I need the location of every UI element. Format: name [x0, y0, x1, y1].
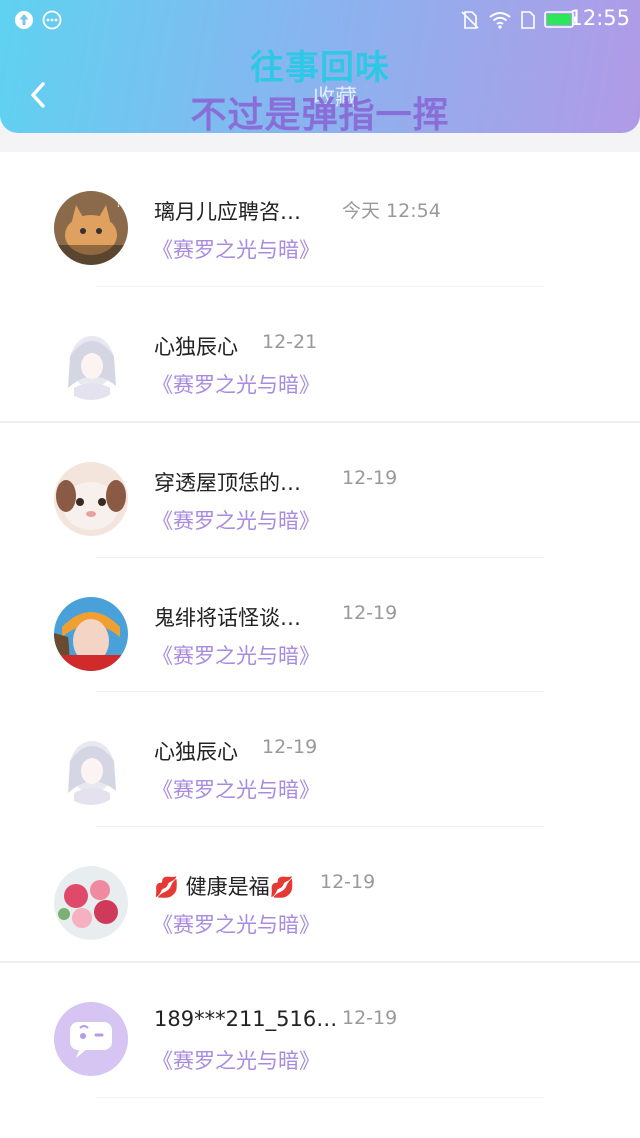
- status-bar: 12:55: [0, 0, 640, 38]
- no-sim-icon: [460, 10, 480, 34]
- upload-icon: [14, 10, 34, 34]
- status-time: 12:55: [569, 6, 630, 30]
- flowers-avatar[interactable]: [54, 865, 128, 940]
- item-book-title: 《赛罗之光与暗》: [152, 238, 320, 262]
- list-item[interactable]: 心独辰心 12-21 《赛罗之光与暗》: [0, 287, 640, 423]
- item-book-title: 《赛罗之光与暗》: [152, 643, 320, 668]
- list-item[interactable]: 💋 健康是福💋 12-19 《赛罗之光与暗》: [0, 827, 640, 963]
- header: 12:55 收藏 往事回味 不过是弹指一挥: [0, 0, 640, 136]
- item-time: 12-19: [320, 870, 376, 893]
- item-name: 鬼绯将话怪谈…: [154, 605, 301, 630]
- item-name: 心独辰心: [154, 334, 238, 359]
- lips-icon: 💋: [269, 874, 295, 899]
- girl-photo-avatar[interactable]: [54, 596, 128, 671]
- list-item[interactable]: 穿透屋顶恁的… 12-19 《赛罗之光与暗》: [0, 423, 640, 558]
- favorites-list: ? 璃月儿应聘咨… 今天 12:54 《赛罗之光与暗》 心独辰心 12-21 《…: [0, 152, 640, 1138]
- item-name: 穿透屋顶恁的…: [154, 471, 301, 495]
- overlay-caption-line1: 往事回味: [250, 48, 390, 88]
- item-book-title: 《赛罗之光与暗》: [152, 509, 320, 533]
- list-item[interactable]: ? 璃月儿应聘咨… 今天 12:54 《赛罗之光与暗》: [0, 152, 640, 287]
- overlay-caption-line2: 不过是弹指一挥: [190, 95, 450, 136]
- list-item[interactable]: 189***211_516… 12-19 《赛罗之光与暗》: [0, 963, 640, 1098]
- item-book-title: 《赛罗之光与暗》: [152, 778, 320, 802]
- item-book-title: 《赛罗之光与暗》: [152, 912, 320, 937]
- item-name: 心独辰心: [154, 740, 238, 764]
- default-chat-avatar[interactable]: [54, 1002, 128, 1076]
- item-time: 12-19: [342, 601, 398, 624]
- cat-avatar[interactable]: ?: [54, 191, 128, 265]
- list-item[interactable]: 心独辰心 12-19 《赛罗之光与暗》: [0, 692, 640, 827]
- sim-icon: [520, 10, 536, 34]
- item-book-title: 《赛罗之光与暗》: [152, 372, 320, 397]
- item-book-title: 《赛罗之光与暗》: [152, 1049, 320, 1073]
- item-time: 12-19: [342, 467, 398, 489]
- anime-girl-avatar[interactable]: [54, 325, 128, 400]
- item-time: 12-21: [262, 330, 318, 353]
- wifi-icon: [488, 10, 512, 34]
- item-name: 189***211_516…: [154, 1007, 338, 1031]
- svg-text:?: ?: [116, 196, 122, 210]
- rabbit-avatar[interactable]: [54, 462, 128, 536]
- item-time: 12-19: [342, 1007, 398, 1029]
- item-time: 12-19: [262, 736, 318, 758]
- item-time: 今天 12:54: [342, 200, 441, 222]
- more-icon: [42, 10, 62, 34]
- anime-girl-avatar[interactable]: [54, 731, 128, 805]
- list-item[interactable]: 鬼绯将话怪谈… 12-19 《赛罗之光与暗》: [0, 558, 640, 693]
- item-name: 璃月儿应聘咨…: [154, 200, 301, 224]
- lips-icon: 💋: [154, 874, 179, 899]
- item-name: 💋 健康是福💋: [154, 874, 295, 899]
